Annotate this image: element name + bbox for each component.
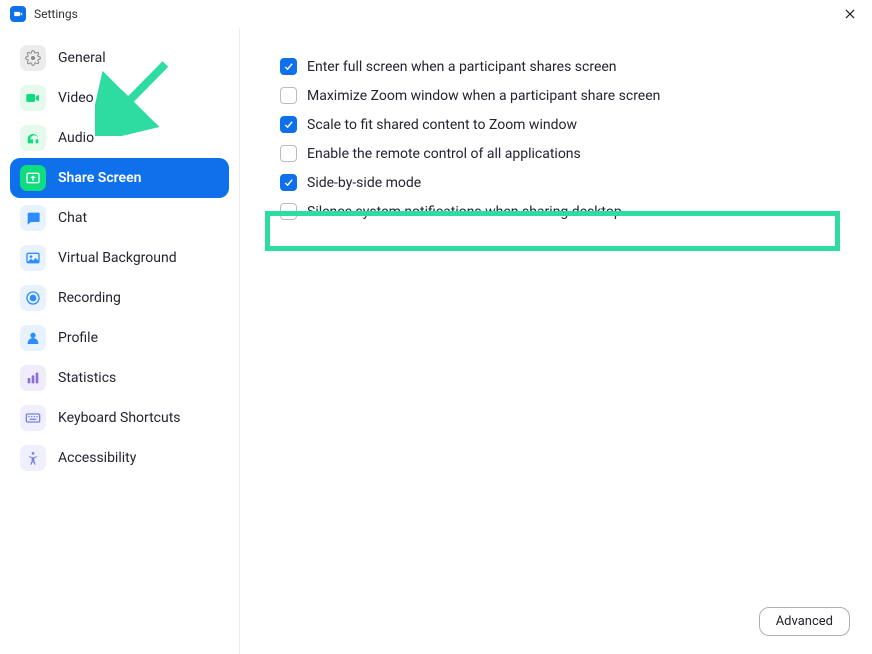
titlebar: Settings [0,0,872,28]
general-icon [20,45,46,71]
sidebar-item-label: Accessibility [58,450,136,466]
sidebar-item-label: Chat [58,210,87,226]
option-row[interactable]: Maximize Zoom window when a participant … [280,87,852,104]
record-icon [20,285,46,311]
checkbox[interactable] [280,203,297,220]
advanced-button[interactable]: Advanced [759,607,850,636]
content-panel: Enter full screen when a participant sha… [240,28,872,654]
stats-icon [20,365,46,391]
vbg-icon [20,245,46,271]
sidebar-item-label: Statistics [58,370,116,386]
sidebar-item-label: Virtual Background [58,250,177,266]
option-row[interactable]: Enable the remote control of all applica… [280,145,852,162]
sidebar-item-profile[interactable]: Profile [10,318,229,358]
checkbox[interactable] [280,116,297,133]
option-label: Enter full screen when a participant sha… [307,59,617,75]
chat-icon [20,205,46,231]
option-label: Enable the remote control of all applica… [307,146,581,162]
keyboard-icon [20,405,46,431]
sidebar: General Video Audio Share Screen Chat Virtual… [0,28,240,654]
checkbox[interactable] [280,87,297,104]
option-label: Silence system notifications when sharin… [307,204,622,220]
sidebar-item-general[interactable]: General [10,38,229,78]
option-row[interactable]: Scale to fit shared content to Zoom wind… [280,116,852,133]
audio-icon [20,125,46,151]
sidebar-item-label: Video [58,90,94,106]
checkbox[interactable] [280,174,297,191]
window-title: Settings [34,7,78,21]
sidebar-item-label: Audio [58,130,94,146]
close-button[interactable] [838,2,862,26]
share-icon [20,165,46,191]
option-label: Scale to fit shared content to Zoom wind… [307,117,577,133]
sidebar-item-chat[interactable]: Chat [10,198,229,238]
sidebar-item-keyboard[interactable]: Keyboard Shortcuts [10,398,229,438]
sidebar-item-video[interactable]: Video [10,78,229,118]
option-label: Side-by-side mode [307,175,421,191]
profile-icon [20,325,46,351]
video-icon [20,85,46,111]
sidebar-item-label: General [58,50,106,66]
app-icon [10,6,26,22]
sidebar-item-audio[interactable]: Audio [10,118,229,158]
sidebar-item-share[interactable]: Share Screen [10,158,229,198]
checkbox[interactable] [280,58,297,75]
option-label: Maximize Zoom window when a participant … [307,88,660,104]
sidebar-item-stats[interactable]: Statistics [10,358,229,398]
sidebar-item-label: Keyboard Shortcuts [58,410,181,426]
sidebar-item-label: Recording [58,290,121,306]
sidebar-item-accessibility[interactable]: Accessibility [10,438,229,478]
sidebar-item-record[interactable]: Recording [10,278,229,318]
accessibility-icon [20,445,46,471]
sidebar-item-label: Share Screen [58,170,141,186]
option-row[interactable]: Silence system notifications when sharin… [280,203,852,220]
option-row[interactable]: Side-by-side mode [280,174,852,191]
option-row[interactable]: Enter full screen when a participant sha… [280,58,852,75]
sidebar-item-label: Profile [58,330,98,346]
sidebar-item-vbg[interactable]: Virtual Background [10,238,229,278]
checkbox[interactable] [280,145,297,162]
